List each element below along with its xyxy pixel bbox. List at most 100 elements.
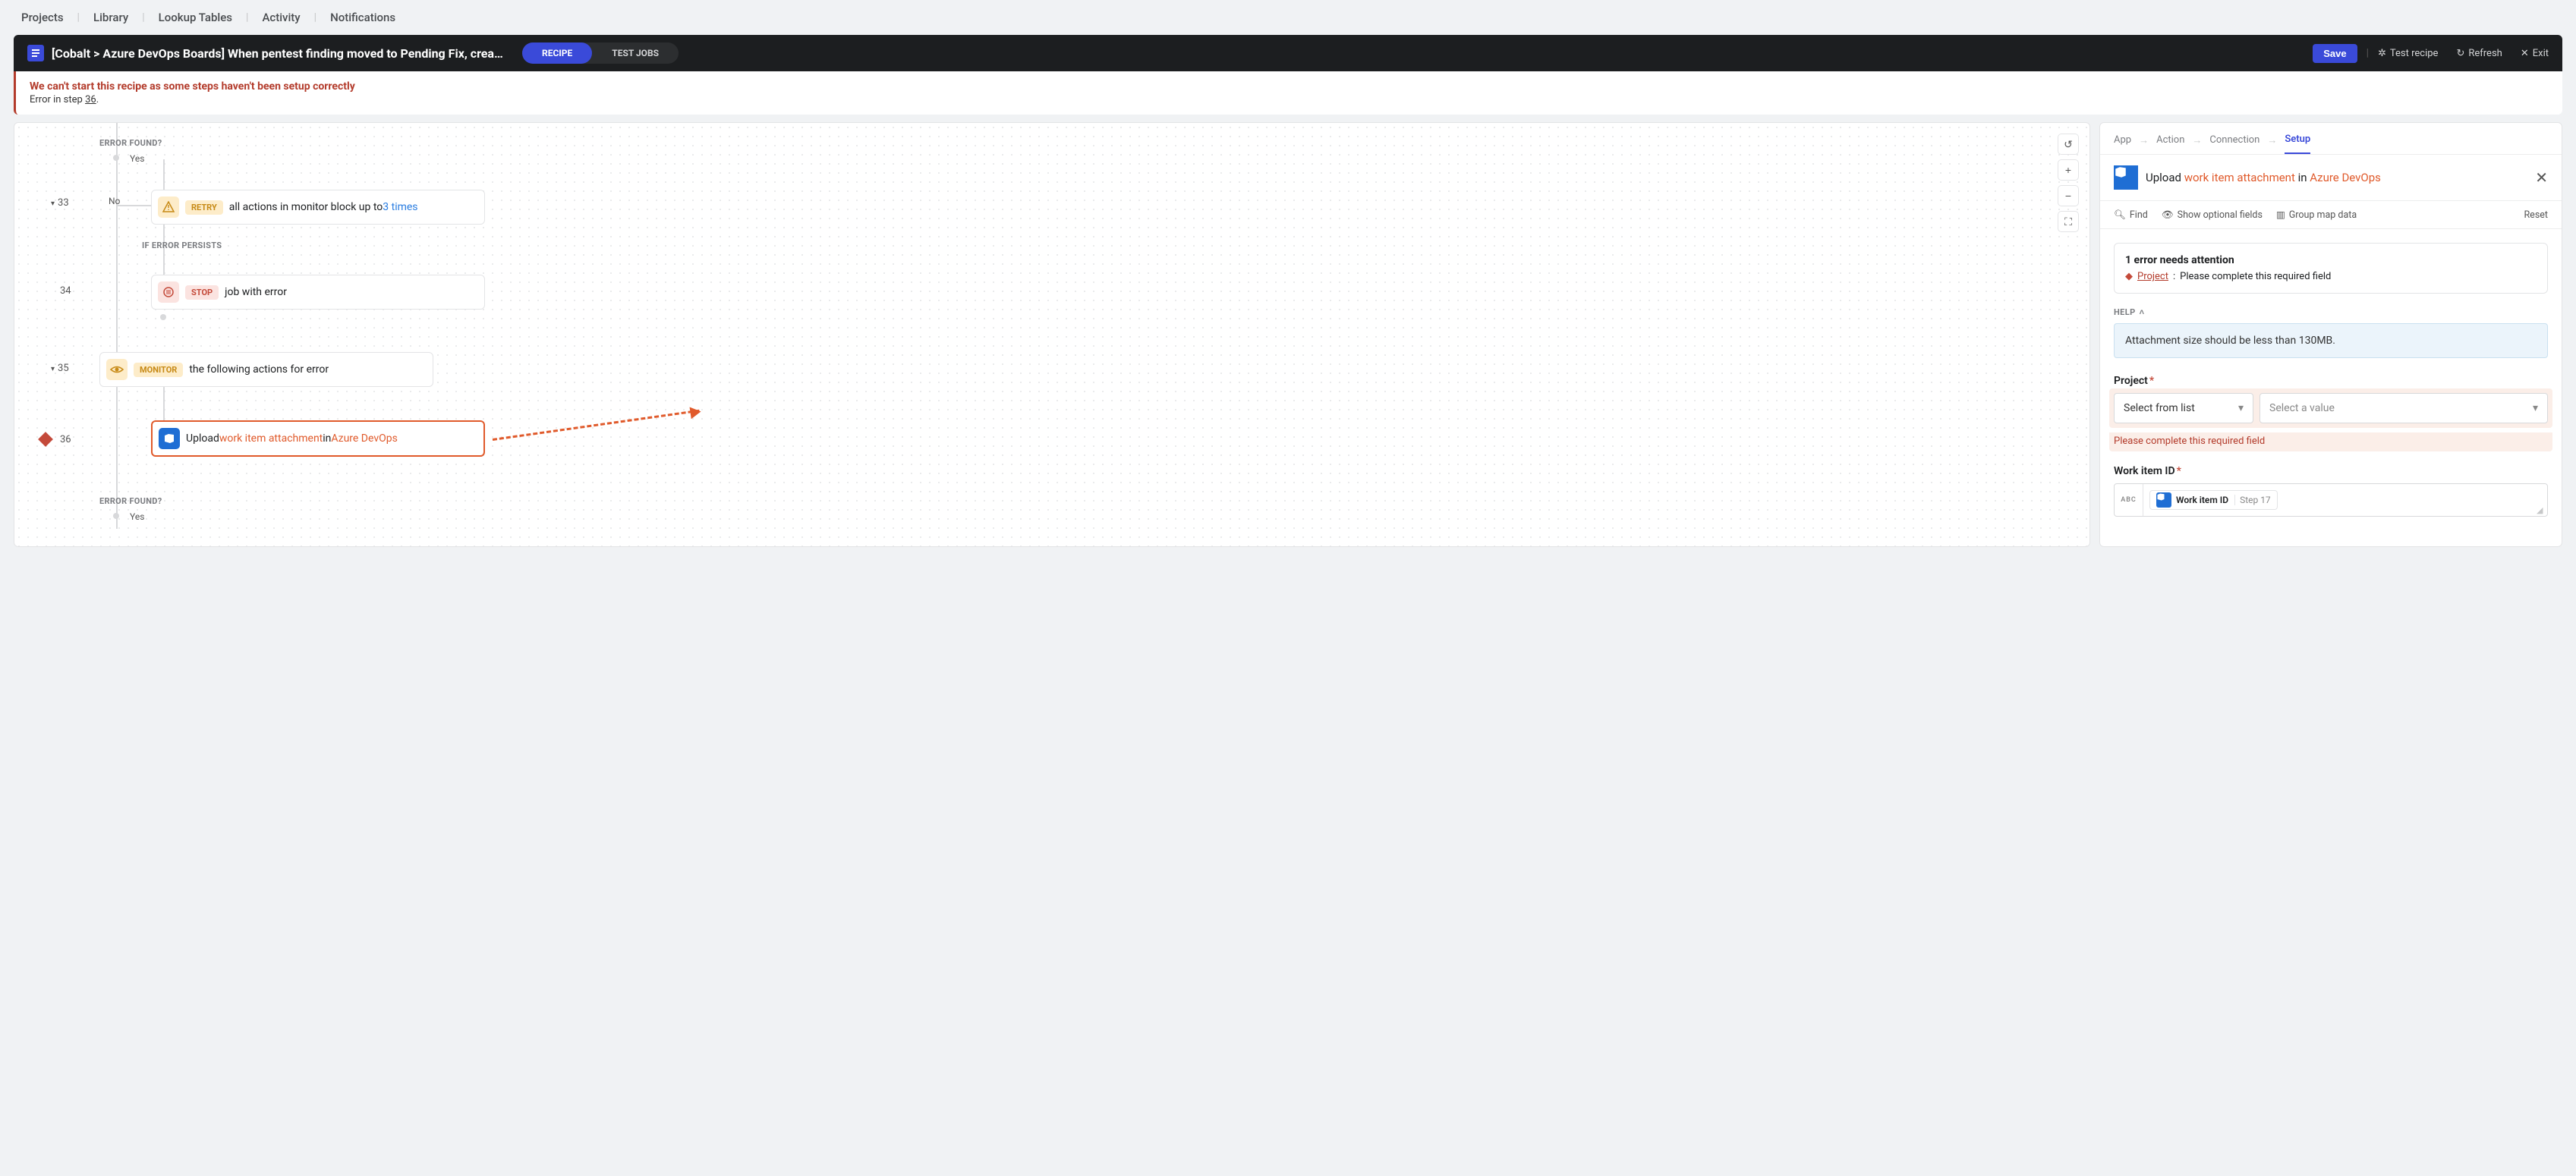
error-banner-detail: Error in step 36. [30,94,2549,105]
azure-devops-icon [159,428,180,449]
chevron-up-icon: ˄ [2140,307,2145,317]
step-number-35[interactable]: ▾35 [51,363,69,374]
azure-devops-icon [2114,165,2138,190]
step-34-text: job with error [225,286,287,298]
show-optional-button[interactable]: 👁 Show optional fields [2162,209,2263,221]
step-36-app: Azure DevOps [331,432,397,445]
error-project-msg: Please complete this required field [2180,271,2331,282]
eye-icon [106,359,128,380]
close-panel-button[interactable]: ✕ [2535,168,2548,187]
step-33-link[interactable]: 3 times [383,201,417,213]
step-number-33[interactable]: ▾33 [51,197,69,209]
branch-yes-2: Yes [130,511,144,522]
reset-button[interactable]: Reset [2524,209,2548,221]
resize-handle-icon[interactable]: ◢ [2537,505,2546,514]
help-toggle[interactable]: HELP ˄ [2114,307,2548,317]
panel-title-text: Upload work item attachment in Azure Dev… [2146,171,2381,184]
zoom-controls: ↺ + − ⛶ [2058,134,2079,232]
recipe-canvas[interactable]: ↺ + − ⛶ ▾33 34 ▾35 36 ERROR FOUND? Yes N… [14,122,2090,547]
view-toggle: RECIPE TEST JOBS [522,42,679,64]
stop-icon [158,281,179,303]
exit-button[interactable]: ✕ Exit [2521,48,2549,59]
panel-title-row: Upload work item attachment in Azure Dev… [2100,154,2562,200]
nav-library[interactable]: Library [87,11,134,24]
step-card-34[interactable]: STOP job with error [151,275,485,310]
monitor-chip: MONITOR [134,363,183,377]
branch-no: No [109,196,120,206]
gear-icon: ✲ [2378,48,2386,59]
datapill-workitem-id[interactable]: Work item ID Step 17 [2149,490,2278,510]
zoom-out-button[interactable]: − [2058,185,2079,206]
step-36-prefix: Upload [186,432,219,445]
help-text: Attachment size should be less than 130M… [2114,323,2548,358]
retry-chip: RETRY [185,200,223,215]
test-recipe-label: Test recipe [2390,48,2439,59]
zoom-fit-button[interactable]: ⛶ [2058,211,2079,232]
text-type-indicator: ABC [2115,484,2143,516]
search-icon: 🔍︎ [2114,209,2126,221]
zoom-reset-button[interactable]: ↺ [2058,134,2079,155]
step-33-text: all actions in monitor block up to [229,201,383,213]
project-field-error: Please complete this required field [2109,432,2552,451]
error-diamond-icon: ◆ [2125,271,2133,282]
chevron-right-icon: → [2267,134,2277,146]
error-banner: We can't start this recipe as some steps… [14,71,2562,115]
step-number-36: 36 [60,434,71,445]
crumb-action[interactable]: Action [2156,134,2184,146]
recipe-header: [Cobalt > Azure DevOps Boards] When pent… [14,35,2562,71]
top-navigation: Projects| Library| Lookup Tables| Activi… [0,0,2576,35]
step-card-35[interactable]: MONITOR the following actions for error [99,352,433,387]
step-card-36[interactable]: Upload work item attachment in Azure Dev… [151,420,485,457]
error-summary-box: 1 error needs attention ◆ Project: Pleas… [2114,243,2548,294]
error-indicator-icon [38,432,53,447]
nav-lookup-tables[interactable]: Lookup Tables [153,11,238,24]
close-icon: ✕ [2521,48,2529,59]
error-banner-title: We can't start this recipe as some steps… [30,80,2549,93]
toggle-recipe[interactable]: RECIPE [522,42,592,64]
find-button[interactable]: 🔍︎ Find [2114,209,2148,221]
crumb-connection[interactable]: Connection [2209,134,2260,146]
chevron-down-icon: ▾ [2238,402,2244,414]
panel-toolbar: 🔍︎ Find 👁 Show optional fields ▥ Group m… [2100,200,2562,229]
error-found-label-2: ERROR FOUND? [99,496,162,506]
stop-chip: STOP [185,285,219,300]
test-recipe-button[interactable]: ✲ Test recipe [2378,48,2438,59]
chevron-right-icon: → [2192,134,2202,146]
refresh-icon: ↻ [2456,48,2464,59]
setup-breadcrumb: App → Action → Connection → Setup [2100,123,2562,154]
error-project-link[interactable]: Project [2137,271,2168,282]
step-35-text: the following actions for error [189,363,329,376]
nav-projects[interactable]: Projects [15,11,70,24]
toggle-test-jobs[interactable]: TEST JOBS [592,42,679,64]
refresh-button[interactable]: ↻ Refresh [2456,48,2502,59]
crumb-setup[interactable]: Setup [2285,134,2310,154]
nav-notifications[interactable]: Notifications [324,11,402,24]
project-mode-select[interactable]: Select from list ▾ [2114,393,2253,423]
exit-label: Exit [2533,48,2549,59]
columns-icon: ▥ [2276,209,2285,221]
step-36-mid: in [323,432,331,445]
workitem-label: Work item ID* [2114,465,2548,477]
chevron-right-icon: → [2139,134,2149,146]
recipe-icon [27,45,44,61]
step-card-33[interactable]: RETRY all actions in monitor block up to… [151,190,485,225]
step-number-34: 34 [60,285,71,297]
project-label: Project* [2114,375,2548,387]
project-value-select[interactable]: Select a value ▾ [2260,393,2548,423]
crumb-app[interactable]: App [2114,134,2131,146]
error-step-link[interactable]: 36 [85,94,96,105]
if-error-persists-label: IF ERROR PERSISTS [142,241,222,250]
step-36-action: work item attachment [219,432,323,445]
warning-icon [158,197,179,218]
setup-panel: App → Action → Connection → Setup Upload… [2099,122,2562,547]
refresh-label: Refresh [2468,48,2502,59]
group-map-button[interactable]: ▥ Group map data [2276,209,2357,221]
error-found-label: ERROR FOUND? [99,138,162,148]
recipe-title: [Cobalt > Azure DevOps Boards] When pent… [52,46,507,61]
pointer-arrow [493,410,700,441]
error-summary-heading: 1 error needs attention [2125,254,2537,266]
save-button[interactable]: Save [2313,44,2357,63]
nav-activity[interactable]: Activity [256,11,306,24]
zoom-in-button[interactable]: + [2058,159,2079,181]
workitem-field[interactable]: ABC Work item ID Step 17 ◢ [2114,483,2548,517]
